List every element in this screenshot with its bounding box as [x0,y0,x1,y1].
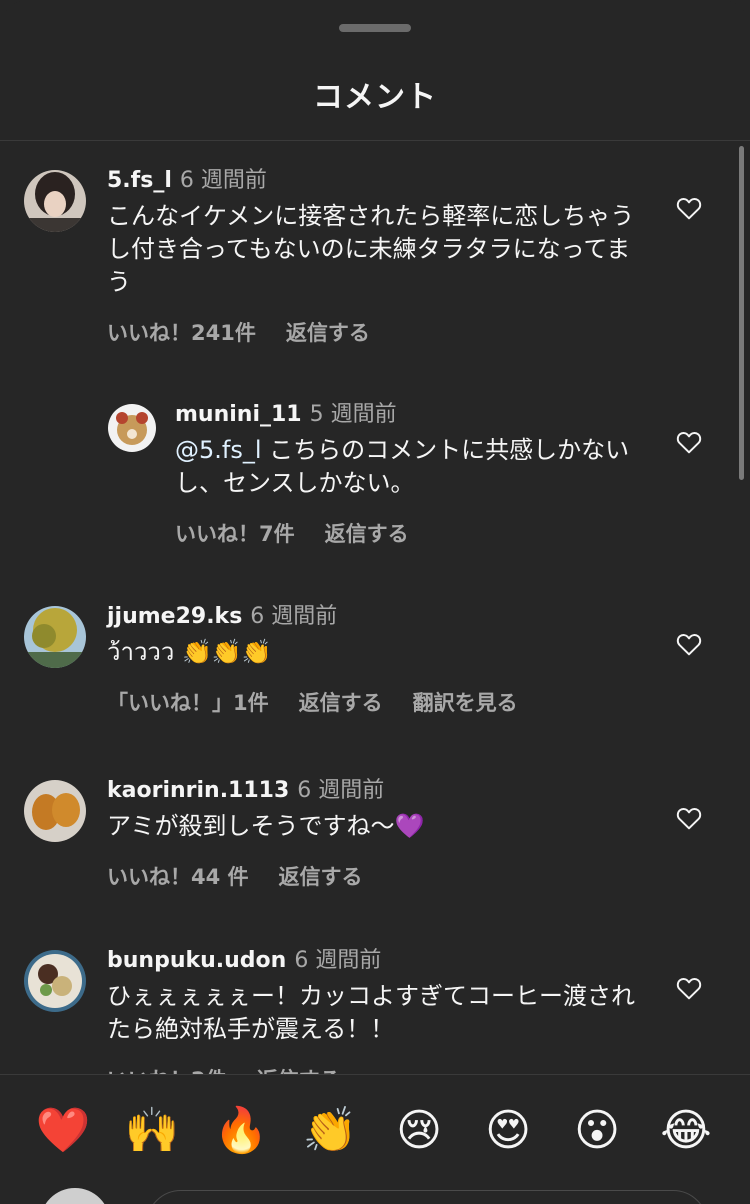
emoji-fire[interactable]: 🔥 [213,1105,269,1157]
comment-time: 6 週間前 [294,948,382,973]
comment-text: ว้าววว 👏👏👏 [107,638,272,666]
emoji-clapping[interactable]: 👏 [302,1105,358,1157]
comment-text: こんなイケメンに接客されたら軽率に恋しちゃうし付き合ってもないのに未練タラタラに… [107,202,635,296]
comment-time: 6 週間前 [297,778,385,803]
like-count[interactable]: 「いいね！」1件 [107,691,269,715]
reply-button[interactable]: 返信する [299,691,383,715]
like-count[interactable]: いいね！241件 [107,321,256,345]
comment-username[interactable]: bunpuku.udon [107,948,286,973]
emoji-heart[interactable]: ❤️ [35,1105,91,1157]
heart-outline-icon[interactable] [676,196,702,220]
comment-input[interactable] [146,1190,708,1204]
page-title: コメント [313,80,437,115]
emoji-quick-bar: ❤️ 🙌 🔥 👏 😢 😍 😮 😂 [0,1074,750,1204]
reply-button[interactable]: 返信する [279,865,363,889]
comment-time: 6 週間前 [250,604,338,629]
heart-outline-icon[interactable] [676,430,702,454]
reply-button[interactable]: 返信する [325,522,409,546]
like-count[interactable]: いいね！44 件 [107,865,249,889]
comments-sheet: コメント 5.fs_l 6 週間前 こんなイケメンに接客されたら軽率に恋しちゃうし… [0,0,750,1204]
comment-time: 6 週間前 [179,168,267,193]
reply-button[interactable]: 返信する [286,321,370,345]
header-divider [0,140,750,141]
heart-outline-icon[interactable] [676,632,702,656]
emoji-crying[interactable]: 😢 [391,1105,447,1157]
scrollbar[interactable] [739,146,744,480]
sheet-grabber[interactable] [339,24,411,32]
avatar[interactable] [24,170,86,232]
comment-time: 5 週間前 [309,402,397,427]
emoji-raising-hands[interactable]: 🙌 [124,1105,180,1157]
mention-link[interactable]: @5.fs_l [175,436,262,464]
translate-button[interactable]: 翻訳を見る [413,691,518,715]
comment-username[interactable]: 5.fs_l [107,168,172,193]
comment-username[interactable]: munini_11 [175,402,302,427]
avatar[interactable] [24,606,86,668]
comment-username[interactable]: kaorinrin.1113 [107,778,289,803]
emoji-heart-eyes[interactable]: 😍 [480,1105,536,1157]
emoji-laughing[interactable]: 😂 [658,1105,714,1157]
avatar[interactable] [24,780,86,842]
heart-outline-icon[interactable] [676,976,702,1000]
comment-text: アミが殺到しそうですね〜💜 [107,812,425,840]
like-count[interactable]: いいね！7件 [175,522,295,546]
comment-text: ひぇぇぇぇぇー！カッコよすぎてコーヒー渡されたら絶対私手が震える！！ [107,982,635,1043]
comment-username[interactable]: jjume29.ks [107,604,242,629]
heart-outline-icon[interactable] [676,806,702,830]
avatar[interactable] [108,404,156,452]
emoji-surprised[interactable]: 😮 [569,1105,625,1157]
avatar[interactable] [24,950,86,1012]
